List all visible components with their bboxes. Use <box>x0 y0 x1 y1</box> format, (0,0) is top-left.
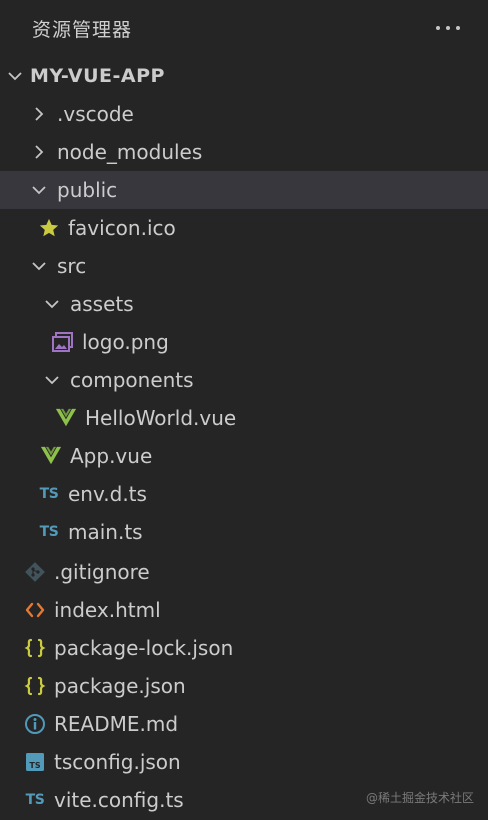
tree-item-label: package.json <box>54 674 186 698</box>
star-icon <box>38 217 60 239</box>
tree-item-label: .gitignore <box>54 560 150 584</box>
explorer-title: 资源管理器 <box>32 18 133 41</box>
chevron-right-icon <box>30 105 48 123</box>
tree-item-label: App.vue <box>70 444 153 468</box>
tree-item-logo[interactable]: logo.png <box>0 323 488 361</box>
tree-item-helloworld[interactable]: HelloWorld.vue <box>0 399 488 437</box>
tree-item-tsconfig[interactable]: TS tsconfig.json <box>0 743 488 781</box>
explorer-header: 资源管理器 <box>0 0 488 56</box>
typescript-icon: TS <box>39 524 59 540</box>
chevron-down-icon <box>43 371 61 389</box>
tree-item-label: tsconfig.json <box>54 750 181 774</box>
tree-item-label: src <box>57 254 87 278</box>
json-icon <box>24 637 46 659</box>
tree-item-env-dts[interactable]: TS env.d.ts <box>0 475 488 513</box>
tree-item-vscode[interactable]: .vscode <box>0 95 488 133</box>
chevron-down-icon <box>43 295 61 313</box>
image-icon <box>52 331 74 353</box>
tree-item-app-vue[interactable]: App.vue <box>0 437 488 475</box>
chevron-down-icon <box>30 181 48 199</box>
info-icon <box>24 713 46 735</box>
tsconfig-icon: TS <box>24 751 46 773</box>
tree-item-label: env.d.ts <box>68 482 147 506</box>
tree-item-label: index.html <box>54 598 161 622</box>
tree-item-favicon[interactable]: favicon.ico <box>0 209 488 247</box>
vue-icon <box>40 445 62 467</box>
typescript-icon: TS <box>39 486 59 502</box>
tree-item-label: package-lock.json <box>54 636 234 660</box>
tree-item-package-lock[interactable]: package-lock.json <box>0 629 488 667</box>
explorer-panel: 资源管理器 MY-VUE-APP .vscode node_modules pu… <box>0 0 488 820</box>
tree-item-public[interactable]: public <box>0 171 488 209</box>
vue-icon <box>55 407 77 429</box>
tree-item-label: vite.config.ts <box>54 788 184 812</box>
tree-item-label: .vscode <box>57 102 134 126</box>
tree-item-readme[interactable]: README.md <box>0 705 488 743</box>
tree-item-label: HelloWorld.vue <box>85 406 237 430</box>
json-icon <box>24 675 46 697</box>
typescript-icon: TS <box>25 792 45 808</box>
tree-item-label: logo.png <box>82 330 169 354</box>
tree-item-label: main.ts <box>68 520 143 544</box>
chevron-down-icon <box>30 257 48 275</box>
tree-item-label: components <box>70 368 194 392</box>
tree-item-index-html[interactable]: index.html <box>0 591 488 629</box>
tree-item-label: public <box>57 178 118 202</box>
tree-item-package-json[interactable]: package.json <box>0 667 488 705</box>
html-icon <box>24 599 46 621</box>
tree-item-label: node_modules <box>57 140 203 164</box>
watermark: @稀土掘金技术社区 <box>365 791 474 805</box>
tree-item-node-modules[interactable]: node_modules <box>0 133 488 171</box>
more-actions-icon[interactable] <box>432 20 464 36</box>
tree-item-main-ts[interactable]: TS main.ts <box>0 513 488 551</box>
tree-item-label: assets <box>70 292 134 316</box>
tree-item-gitignore[interactable]: .gitignore <box>0 553 488 591</box>
tree-item-src[interactable]: src <box>0 247 488 285</box>
tree-item-components[interactable]: components <box>0 361 488 399</box>
chevron-down-icon <box>6 67 24 85</box>
tree-item-assets[interactable]: assets <box>0 285 488 323</box>
chevron-right-icon <box>30 143 48 161</box>
tsconfig-icon-text: TS <box>29 761 40 770</box>
project-folder[interactable]: MY-VUE-APP <box>0 57 488 95</box>
tree-item-label: README.md <box>54 712 179 736</box>
tree-item-label: favicon.ico <box>68 216 176 240</box>
project-name: MY-VUE-APP <box>30 65 165 87</box>
git-icon <box>24 561 46 583</box>
